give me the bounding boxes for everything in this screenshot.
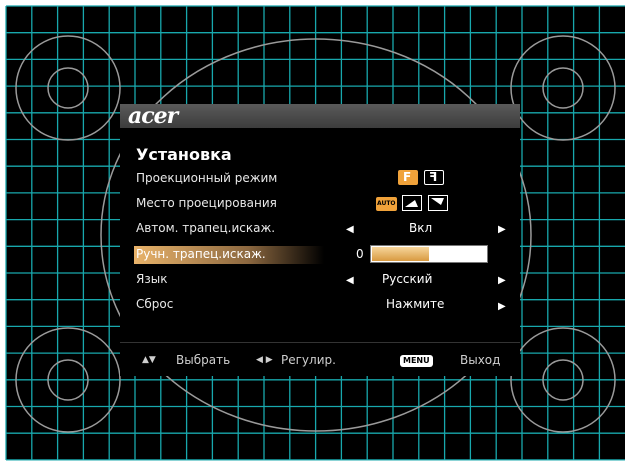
auto-location-icon[interactable]: AUTO xyxy=(376,197,397,211)
menu-item-manual-keystone[interactable]: Ручн. трапец.искаж. xyxy=(136,247,266,261)
manual-keystone-slider[interactable] xyxy=(370,245,488,263)
footer-exit-label: Выход xyxy=(460,353,501,367)
left-right-arrows-icon: ◀ ▶ xyxy=(256,355,273,365)
left-arrow-icon[interactable]: ◀ xyxy=(346,224,354,235)
right-arrow-icon[interactable]: ▶ xyxy=(498,301,506,312)
auto-keystone-value: Вкл xyxy=(409,221,433,235)
acer-logo: acer xyxy=(128,103,178,129)
menu-key-icon: MENU xyxy=(400,355,433,367)
rear-projection-icon[interactable]: F xyxy=(424,170,444,185)
desktop-front-icon[interactable] xyxy=(402,195,422,211)
up-down-arrows-icon: ▲▼ xyxy=(142,355,156,365)
osd-menu-panel: acer Установка Проекционный режим F F Ме… xyxy=(120,103,520,376)
right-arrow-icon[interactable]: ▶ xyxy=(498,224,506,235)
menu-item-projection-location[interactable]: Место проецирования xyxy=(136,196,277,210)
ceiling-rear-icon[interactable] xyxy=(428,195,448,211)
language-value: Русский xyxy=(382,272,433,286)
footer-adjust-label: Регулир. xyxy=(281,353,336,367)
manual-keystone-value: 0 xyxy=(356,247,364,261)
menu-item-reset[interactable]: Сброс xyxy=(136,297,173,311)
left-arrow-icon[interactable]: ◀ xyxy=(346,275,354,286)
menu-item-language[interactable]: Язык xyxy=(136,272,167,286)
menu-item-auto-keystone[interactable]: Автом. трапец.искаж. xyxy=(136,221,275,235)
reset-value: Нажмите xyxy=(386,297,445,311)
manual-keystone-slider-fill xyxy=(372,247,429,261)
front-projection-icon[interactable]: F xyxy=(398,170,418,185)
menu-item-projection-mode[interactable]: Проекционный режим xyxy=(136,171,277,185)
footer-divider xyxy=(120,342,520,343)
menu-title: Установка xyxy=(136,145,232,164)
footer-select-label: Выбрать xyxy=(176,353,231,367)
osd-header: acer xyxy=(120,103,520,129)
right-arrow-icon[interactable]: ▶ xyxy=(498,275,506,286)
